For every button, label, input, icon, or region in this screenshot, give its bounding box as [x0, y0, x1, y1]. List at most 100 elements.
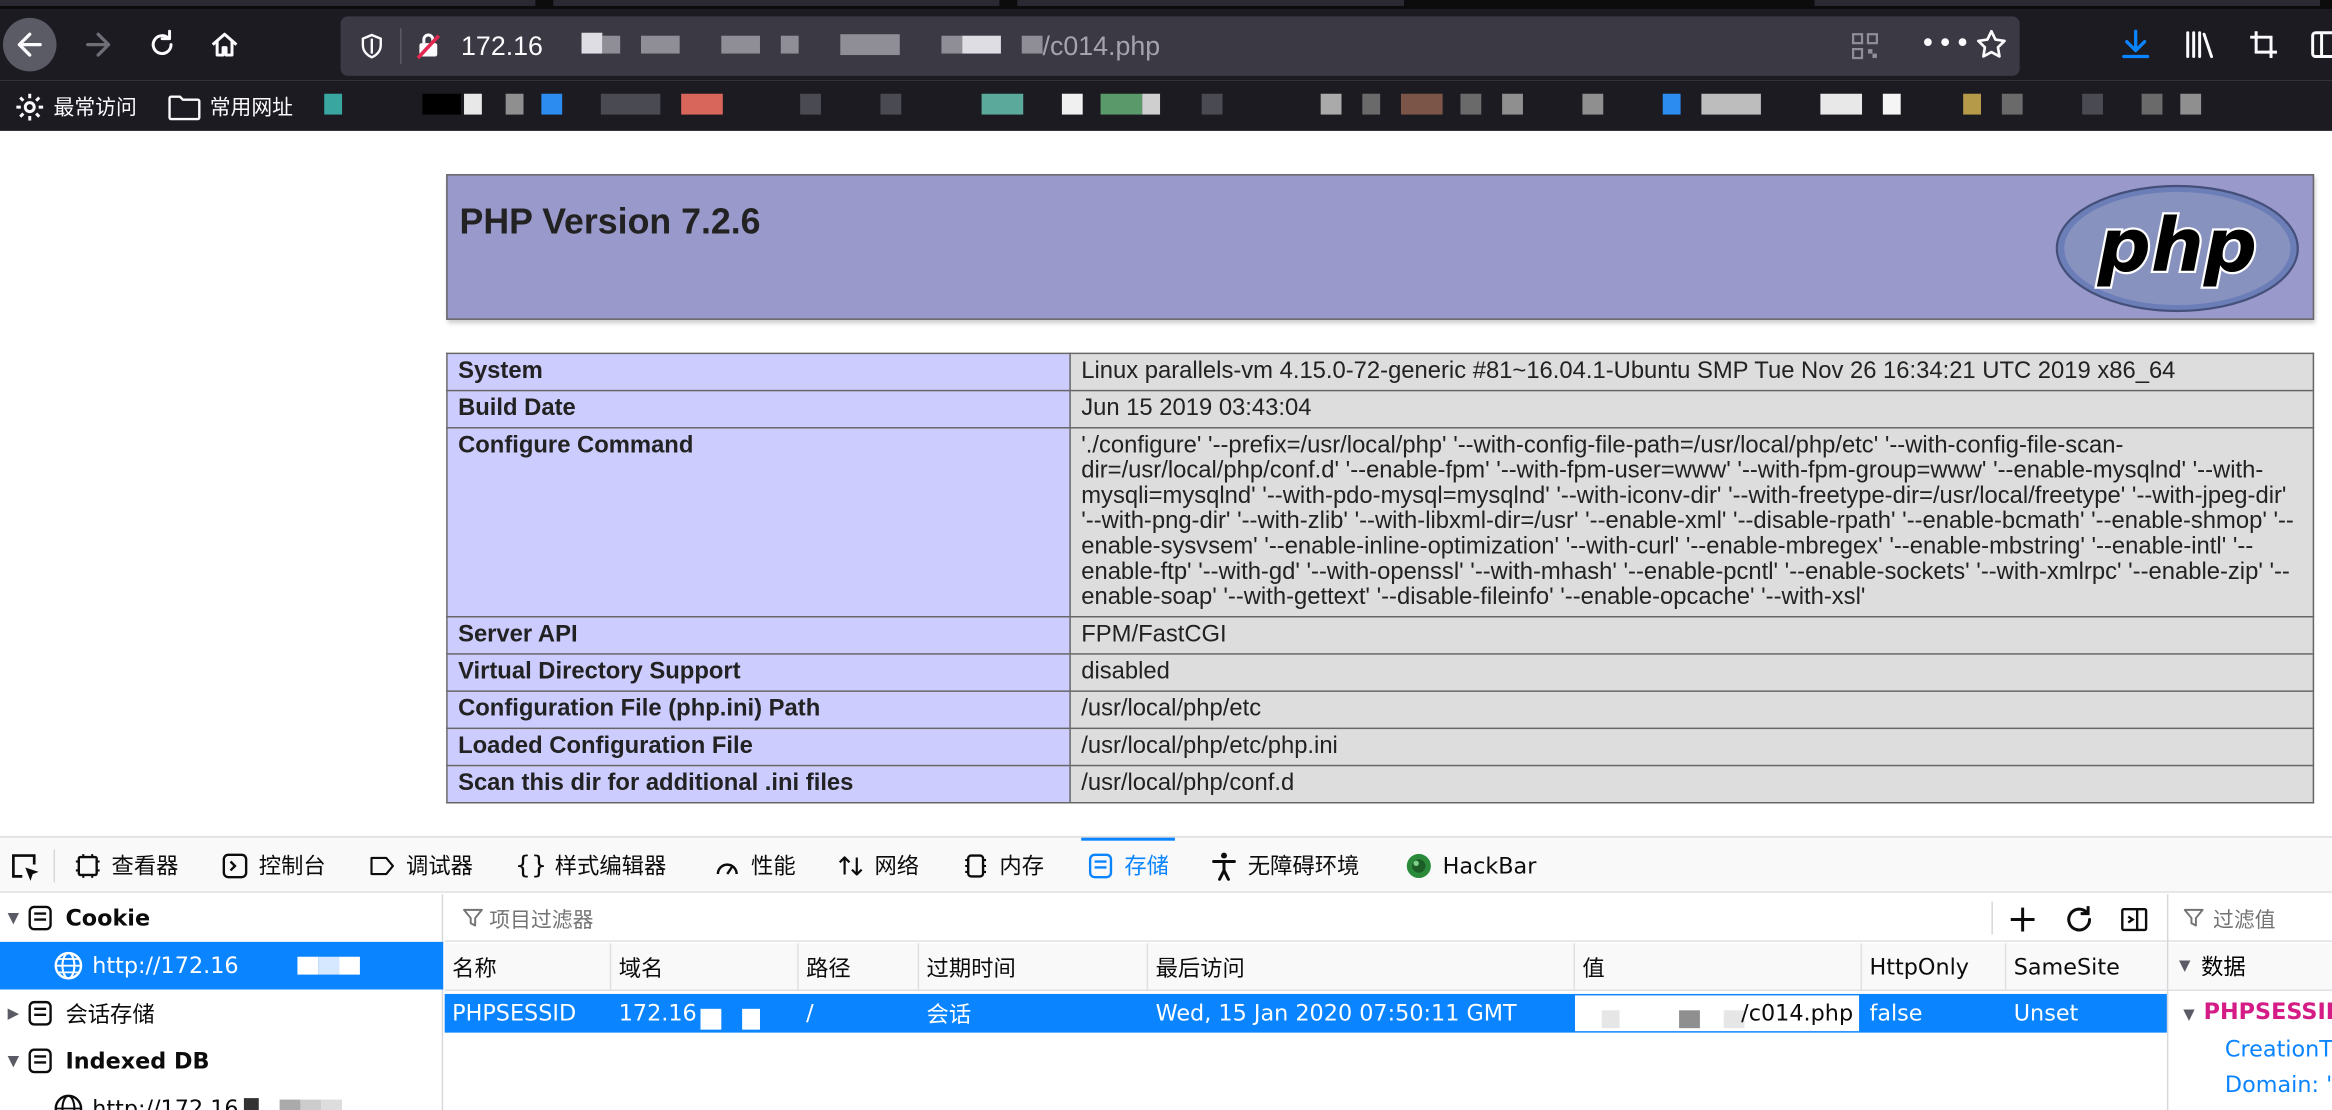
- home-button[interactable]: [198, 18, 252, 72]
- screenshot-icon[interactable]: [2246, 27, 2282, 63]
- page-actions-menu-icon[interactable]: •••: [1920, 28, 1972, 59]
- expand-triangle-icon[interactable]: ▶: [0, 1005, 27, 1021]
- add-item-icon[interactable]: [2006, 903, 2039, 936]
- expand-triangle-icon[interactable]: ▼: [0, 1053, 27, 1069]
- tab-memory[interactable]: 内存: [962, 838, 1044, 893]
- bookmark-favicon[interactable]: [1320, 93, 1342, 115]
- values-filter-input[interactable]: 过滤值: [2213, 905, 2275, 935]
- column-header-samesite[interactable]: SameSite: [2004, 943, 2167, 991]
- column-header-httponly[interactable]: HttpOnly: [1860, 943, 2005, 991]
- bookmark-favicon[interactable]: [981, 93, 1024, 115]
- bookmark-favicon[interactable]: [324, 93, 343, 115]
- bookmark-common-sites[interactable]: 常用网址: [168, 92, 293, 122]
- filter-icon: [463, 908, 483, 927]
- tree-item-cookie-host[interactable]: http://172.16: [0, 941, 444, 990]
- tree-item-indexeddb[interactable]: ▼ Indexed DB: [0, 1037, 443, 1085]
- page-title: PHP Version 7.2.6: [459, 202, 761, 243]
- sidebar-icon[interactable]: [2308, 27, 2332, 63]
- column-header-name[interactable]: 名称: [445, 943, 610, 991]
- redacted-url: [1021, 35, 1043, 54]
- back-button[interactable]: [2, 17, 57, 72]
- element-picker-icon[interactable]: [9, 851, 42, 884]
- column-header-path[interactable]: 路径: [797, 943, 917, 991]
- sidebar-item-label: PHPSESSID: [2203, 998, 2332, 1026]
- browser-toolbar: 172.16 /c014.php •••: [0, 0, 2332, 81]
- bookmark-favicon[interactable]: [681, 93, 723, 115]
- tab-label: 性能: [751, 852, 796, 880]
- tab-debugger[interactable]: 调试器: [369, 838, 473, 893]
- bookmark-favicon[interactable]: [1142, 93, 1161, 115]
- table-row[interactable]: PHPSESSID 172.16 / 会话 Wed, 15 Jan 2020 0…: [444, 993, 2167, 1033]
- tab-hackbar[interactable]: HackBar: [1405, 838, 1536, 893]
- bookmark-favicon[interactable]: [464, 93, 482, 115]
- column-header-expires[interactable]: 过期时间: [917, 943, 1147, 991]
- tab[interactable]: [1814, 0, 2321, 6]
- tab-inspector[interactable]: 查看器: [74, 838, 178, 893]
- expand-triangle-icon[interactable]: ▼: [0, 910, 27, 926]
- expand-triangle-icon[interactable]: ▼: [2183, 1007, 2194, 1023]
- tab-console[interactable]: 控制台: [222, 838, 326, 893]
- tab-label: 内存: [999, 852, 1045, 880]
- qr-code-icon[interactable]: [1850, 31, 1880, 61]
- bookmark-favicon[interactable]: [2180, 93, 2202, 115]
- star-icon[interactable]: [1974, 27, 2010, 63]
- sidebar-item[interactable]: ▼ PHPSESSID: [2183, 998, 2332, 1025]
- library-icon[interactable]: [2182, 27, 2218, 63]
- items-filter-input[interactable]: 项目过滤器: [489, 905, 593, 935]
- column-header-domain[interactable]: 域名: [609, 943, 797, 991]
- bookmark-favicon[interactable]: [422, 93, 462, 115]
- bookmark-favicon[interactable]: [800, 93, 821, 115]
- bookmark-favicon[interactable]: [1882, 93, 1901, 115]
- bookmark-favicon[interactable]: [1460, 93, 1482, 115]
- bookmark-favicon[interactable]: [1662, 93, 1681, 115]
- cookie-samesite: Unset: [2013, 999, 2079, 1027]
- bookmark-favicon[interactable]: [2082, 93, 2103, 115]
- bookmark-favicon[interactable]: [1400, 93, 1443, 115]
- tree-item-indexeddb-host[interactable]: http://172.16: [0, 1085, 443, 1110]
- insecure-lock-icon[interactable]: [413, 31, 443, 61]
- performance-icon: [714, 852, 741, 879]
- tab[interactable]: [1017, 0, 1404, 6]
- bookmark-favicon[interactable]: [1100, 93, 1143, 115]
- reload-button[interactable]: [135, 18, 189, 72]
- bookmark-favicon[interactable]: [1502, 93, 1523, 115]
- bookmark-favicon[interactable]: [880, 93, 902, 115]
- toggle-sidebar-icon[interactable]: [2118, 903, 2151, 936]
- tree-item-session-storage[interactable]: ▶ 会话存储: [0, 989, 443, 1037]
- bookmark-favicon[interactable]: [1582, 93, 1604, 115]
- refresh-icon[interactable]: [2063, 903, 2096, 936]
- sidebar-header[interactable]: ▼ 数据: [2168, 943, 2332, 991]
- network-icon: [837, 852, 864, 879]
- tab-performance[interactable]: 性能: [714, 838, 796, 893]
- tab[interactable]: [0, 0, 536, 6]
- column-header-last-accessed[interactable]: 最后访问: [1146, 943, 1574, 991]
- bookmark-favicon[interactable]: [1701, 93, 1761, 115]
- expand-triangle-icon[interactable]: ▼: [2168, 958, 2201, 974]
- bookmark-favicon[interactable]: [1061, 93, 1083, 115]
- bookmark-favicon[interactable]: [1201, 93, 1223, 115]
- tab-storage[interactable]: 存储: [1081, 837, 1175, 893]
- url-bar[interactable]: 172.16 /c014.php •••: [340, 16, 2020, 76]
- cookie-value-editor[interactable]: /c014.php: [1574, 995, 1860, 1032]
- bookmark-favicon[interactable]: [600, 93, 661, 115]
- tab-accessibility[interactable]: 无障碍环境: [1211, 838, 1359, 893]
- bookmark-favicon[interactable]: [1963, 93, 1982, 115]
- tab-style-editor[interactable]: {} 样式编辑器: [515, 838, 667, 893]
- hackbar-icon: [1405, 852, 1432, 879]
- download-icon[interactable]: [2118, 27, 2154, 63]
- tab[interactable]: [553, 0, 1000, 6]
- column-header-value[interactable]: 值: [1573, 943, 1860, 991]
- tab-network[interactable]: 网络: [837, 838, 919, 893]
- tree-item-cookie[interactable]: ▼ Cookie: [0, 894, 443, 942]
- bookmark-favicon[interactable]: [2141, 93, 2163, 115]
- bookmark-favicon[interactable]: [505, 93, 524, 115]
- tab-label: 样式编辑器: [554, 852, 667, 880]
- bookmark-most-visited[interactable]: 最常访问: [15, 92, 137, 122]
- bookmark-favicon[interactable]: [1362, 93, 1381, 115]
- shield-icon[interactable]: [358, 33, 385, 60]
- bookmark-favicon[interactable]: [1820, 93, 1863, 115]
- forward-button[interactable]: [71, 18, 125, 72]
- tree-label: Cookie: [65, 904, 151, 932]
- bookmark-favicon[interactable]: [541, 93, 563, 115]
- bookmark-favicon[interactable]: [2001, 93, 2023, 115]
